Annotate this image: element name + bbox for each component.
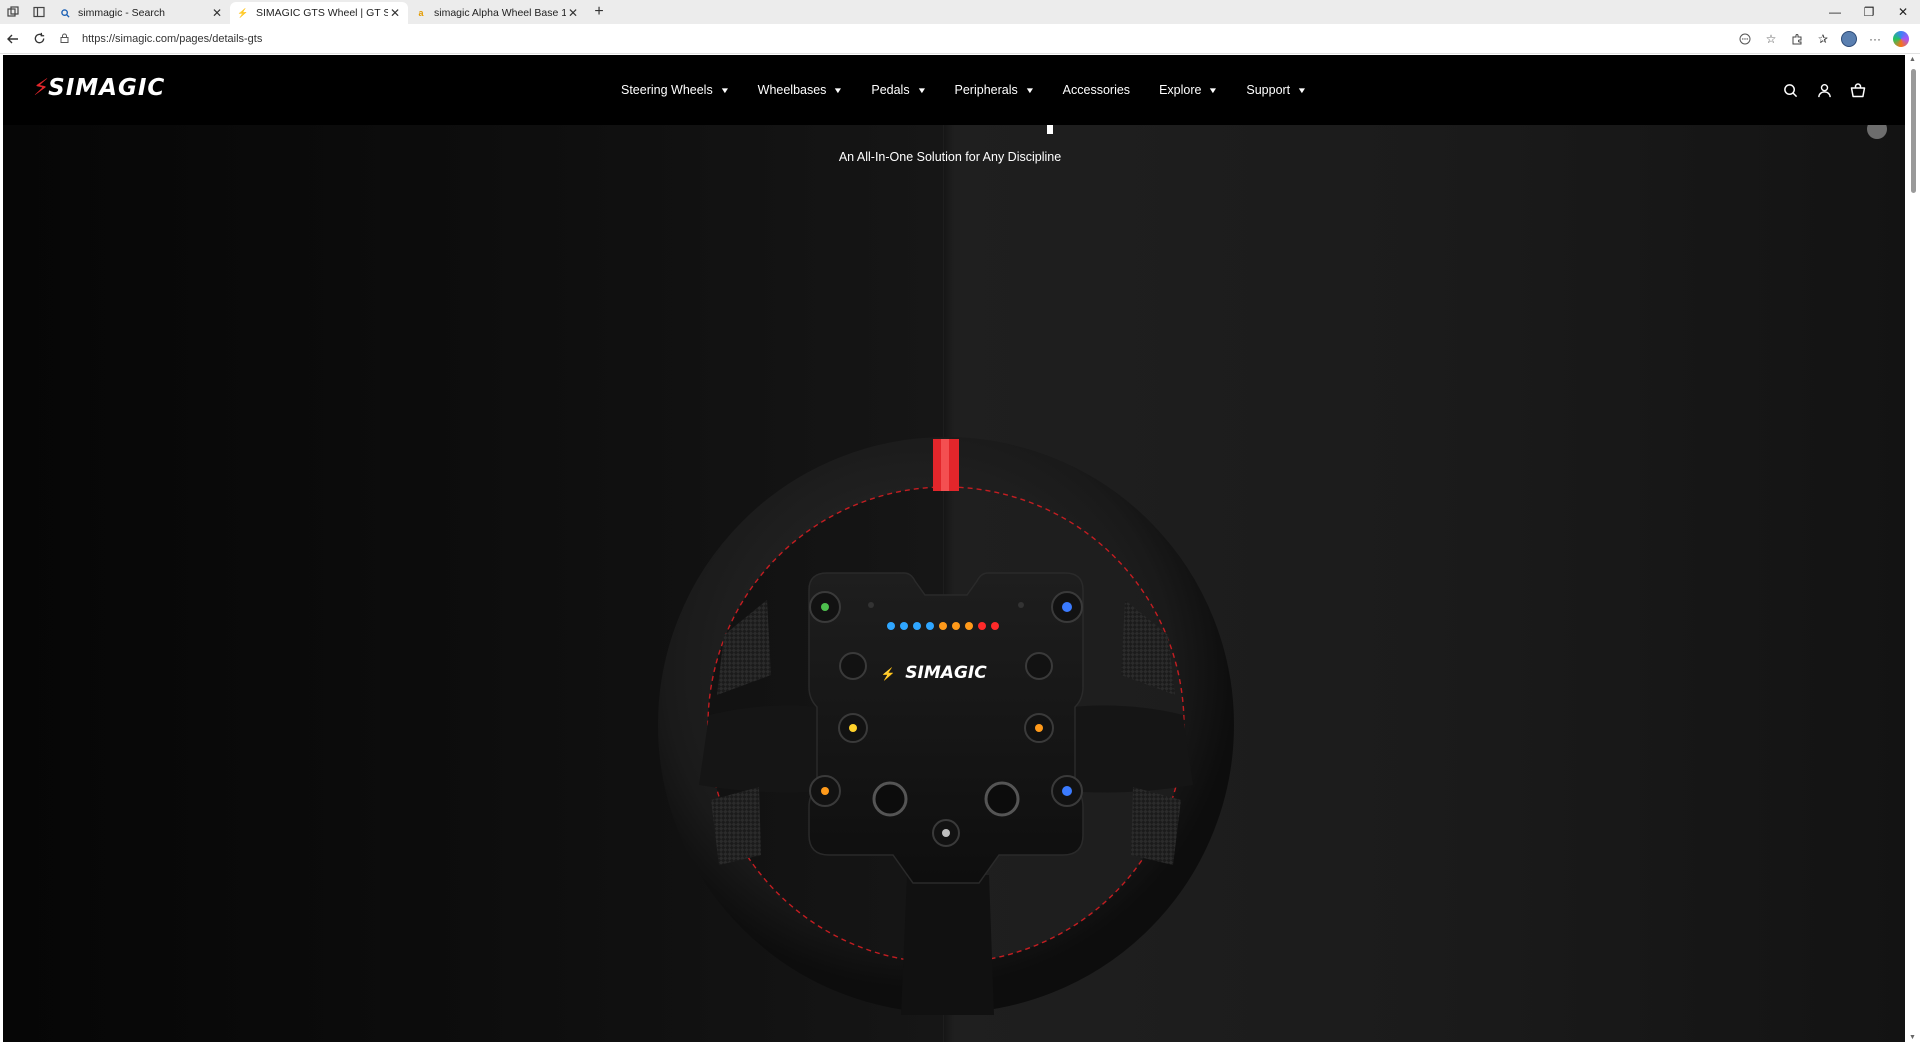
chevron-down-icon: ▼ — [1208, 85, 1219, 95]
refresh-icon[interactable] — [26, 26, 52, 52]
address-bar-actions: ☆ ✰ ··· — [1732, 26, 1914, 52]
nav-peripherals[interactable]: Peripherals ▼ — [955, 83, 1035, 97]
chevron-down-icon: ▼ — [833, 85, 844, 95]
chevron-down-icon: ▼ — [1296, 85, 1308, 95]
nav-accessories[interactable]: Accessories — [1063, 83, 1130, 97]
site-header: ⚡SIMAGIC Steering Wheels ▼ Wheelbases ▼ Pe… — [3, 55, 1905, 125]
page-scrollbar[interactable]: ▲ ▼ — [1908, 55, 1918, 1042]
chevron-down-icon: ▼ — [1024, 85, 1035, 95]
search-icon[interactable] — [1773, 83, 1807, 98]
chevron-down-icon: ▼ — [916, 85, 927, 95]
nav-steering-wheels[interactable]: Steering Wheels ▼ — [621, 83, 730, 97]
vertical-tabs-icon[interactable] — [26, 0, 52, 24]
simagic-logo[interactable]: ⚡SIMAGIC — [33, 75, 165, 101]
nav-explore[interactable]: Explore ▼ — [1159, 83, 1219, 97]
restore-icon[interactable]: ❐ — [1852, 0, 1886, 24]
browser-tab-simagic-gts[interactable]: ⚡ SIMAGIC GTS Wheel | GT Sport Ra ✕ — [230, 2, 408, 24]
search-favicon-icon — [60, 8, 70, 18]
web-page: ⚡SIMAGIC Steering Wheels ▼ Wheelbases ▼ Pe… — [3, 55, 1905, 1042]
tab-close-icon[interactable]: ✕ — [388, 6, 402, 20]
new-tab-button[interactable]: + — [586, 3, 612, 21]
url-field[interactable]: https://simagic.com/pages/details-gts — [60, 28, 1732, 50]
amazon-favicon-icon: a — [418, 8, 424, 18]
favorite-star-icon[interactable]: ☆ — [1758, 26, 1784, 52]
hero-section: An All-In-One Solution for Any Disciplin… — [3, 119, 1905, 1042]
tab-close-icon[interactable]: ✕ — [210, 6, 224, 20]
window-controls: — ❐ ✕ — [1818, 0, 1920, 24]
tab-title: simagic Alpha Wheel Base 15nm — [434, 7, 566, 19]
scroll-down-icon[interactable]: ▼ — [1909, 1034, 1916, 1041]
browser-tab-bar: simmagic - Search ✕ ⚡ SIMAGIC GTS Wheel … — [0, 0, 1920, 24]
slide-indicator[interactable] — [1047, 125, 1053, 134]
address-bar: https://simagic.com/pages/details-gts ☆ … — [0, 24, 1920, 54]
settings-more-icon[interactable]: ··· — [1862, 26, 1888, 52]
extensions-icon[interactable] — [1784, 26, 1810, 52]
workspaces-icon[interactable] — [0, 0, 26, 24]
copilot-icon[interactable] — [1888, 26, 1914, 52]
scroll-up-icon[interactable]: ▲ — [1909, 56, 1916, 63]
profile-icon[interactable] — [1836, 26, 1862, 52]
cart-icon[interactable] — [1841, 82, 1875, 98]
wheel-logo-text: SIMAGIC — [905, 663, 987, 683]
header-actions — [1773, 55, 1875, 125]
svg-text:⚡: ⚡ — [881, 667, 896, 681]
favorites-icon[interactable]: ✰ — [1810, 26, 1836, 52]
url-text: https://simagic.com/pages/details-gts — [82, 32, 263, 45]
gts-steering-wheel-image: SIMAGIC ⚡ — [658, 437, 1234, 1015]
tab-title: simmagic - Search — [78, 7, 165, 19]
tab-close-icon[interactable]: ✕ — [566, 6, 580, 20]
nav-wheelbases[interactable]: Wheelbases ▼ — [758, 83, 844, 97]
account-icon[interactable] — [1807, 83, 1841, 98]
simagic-favicon-icon: ⚡ — [237, 7, 249, 18]
more-page-actions-icon[interactable] — [1732, 26, 1758, 52]
close-window-icon[interactable]: ✕ — [1886, 0, 1920, 24]
chevron-down-icon: ▼ — [719, 85, 730, 95]
scrollbar-thumb[interactable] — [1911, 69, 1916, 193]
nav-support[interactable]: Support ▼ — [1246, 83, 1308, 97]
hero-tagline: An All-In-One Solution for Any Disciplin… — [838, 150, 1062, 164]
minimize-icon[interactable]: — — [1818, 0, 1852, 24]
browser-tab-amazon[interactable]: a simagic Alpha Wheel Base 15nm ✕ — [408, 2, 586, 24]
site-info-icon[interactable] — [60, 33, 76, 45]
nav-pedals[interactable]: Pedals ▼ — [871, 83, 927, 97]
main-navigation: Steering Wheels ▼ Wheelbases ▼ Pedals ▼ Per… — [621, 55, 1335, 125]
tab-title: SIMAGIC GTS Wheel | GT Sport Ra — [256, 7, 388, 19]
back-icon[interactable] — [0, 26, 26, 52]
browser-tab-search[interactable]: simmagic - Search ✕ — [52, 2, 230, 24]
